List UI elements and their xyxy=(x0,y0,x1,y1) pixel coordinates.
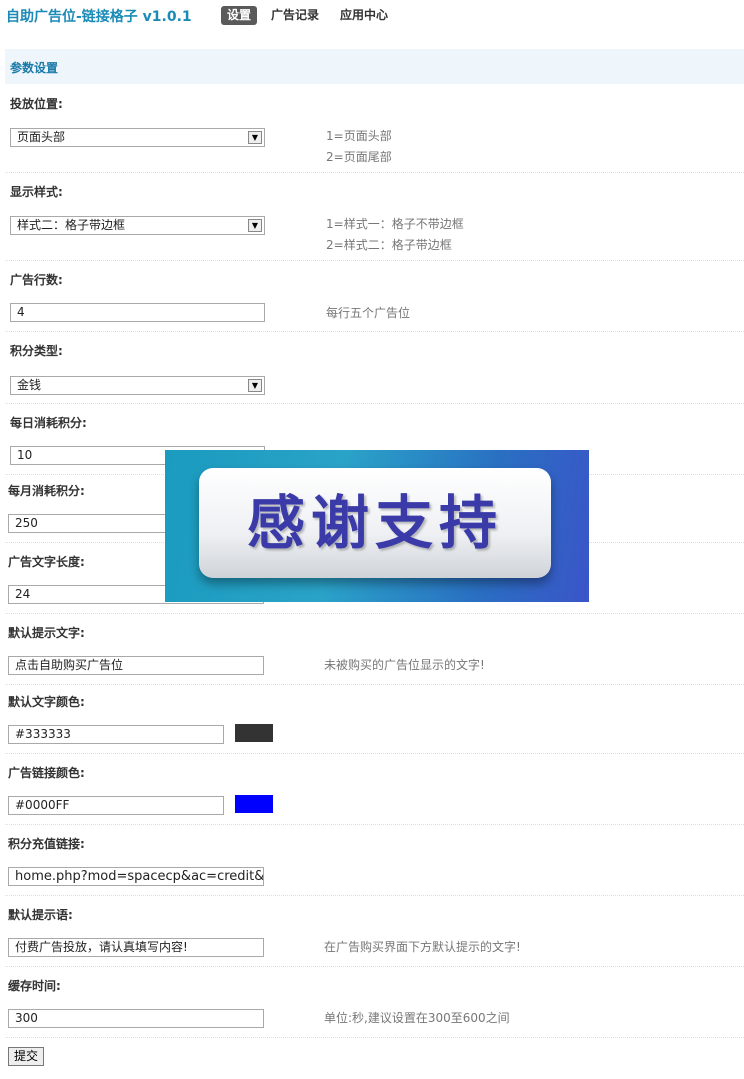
default-text-label: 默认提示文字: xyxy=(8,626,85,640)
link-color-input[interactable]: #0000FF xyxy=(8,796,224,815)
default-text-desc: 未被购买的广告位显示的文字! xyxy=(324,658,485,672)
recharge-link-input[interactable]: home.php?mod=spacecp&ac=credit&op xyxy=(8,867,264,886)
section-title: 参数设置 xyxy=(10,61,59,75)
style-label: 显示样式: xyxy=(10,185,63,199)
credit-type-value: 金钱 xyxy=(17,378,42,392)
cache-time-input[interactable]: 300 xyxy=(8,1009,264,1028)
link-color-swatch[interactable] xyxy=(235,795,273,813)
divider xyxy=(5,895,744,896)
banner-text: 感谢支持 xyxy=(246,489,503,557)
cache-time-label: 缓存时间: xyxy=(8,979,61,993)
chevron-down-icon[interactable]: ▼ xyxy=(248,379,262,392)
default-tip-desc: 在广告购买界面下方默认提示的文字! xyxy=(324,940,521,954)
style-value: 样式二：格子带边框 xyxy=(17,218,126,232)
text-color-input[interactable]: #333333 xyxy=(8,725,224,744)
divider xyxy=(5,613,744,614)
divider xyxy=(5,403,744,404)
text-color-swatch[interactable] xyxy=(235,724,273,742)
top-nav: 自助广告位-链接格子 v1.0.1 设置 广告记录 应用中心 xyxy=(0,0,744,34)
style-desc-2: 2=样式二：格子带边框 xyxy=(326,238,452,252)
text-color-label: 默认文字颜色: xyxy=(8,695,85,709)
text-length-label: 广告文字长度: xyxy=(8,555,85,569)
credit-type-select[interactable]: 金钱 ▼ xyxy=(10,376,265,395)
chevron-down-icon[interactable]: ▼ xyxy=(248,131,262,144)
divider xyxy=(5,172,744,173)
cache-time-desc: 单位:秒,建议设置在300至600之间 xyxy=(324,1011,510,1025)
monthly-cost-label: 每月消耗积分: xyxy=(8,484,85,498)
position-label: 投放位置: xyxy=(10,97,63,111)
tab-ad-records[interactable]: 广告记录 xyxy=(271,6,319,25)
tab-settings[interactable]: 设置 xyxy=(221,6,258,25)
position-select[interactable]: 页面头部 ▼ xyxy=(10,128,265,147)
style-select[interactable]: 样式二：格子带边框 ▼ xyxy=(10,216,265,235)
style-desc-1: 1=样式一：格子不带边框 xyxy=(326,217,464,231)
default-tip-input[interactable]: 付费广告投放，请认真填写内容! xyxy=(8,938,264,957)
position-desc-2: 2=页面尾部 xyxy=(326,150,392,164)
chevron-down-icon[interactable]: ▼ xyxy=(248,219,262,232)
position-desc-1: 1=页面头部 xyxy=(326,129,392,143)
divider xyxy=(5,331,744,332)
rows-input[interactable]: 4 xyxy=(10,303,265,322)
thanks-banner-image: 感谢支持 xyxy=(165,450,589,602)
divider xyxy=(5,1037,744,1038)
rows-desc: 每行五个广告位 xyxy=(326,306,411,320)
divider xyxy=(5,824,744,825)
divider xyxy=(5,684,744,685)
divider xyxy=(5,260,744,261)
submit-button[interactable]: 提交 xyxy=(8,1047,44,1066)
daily-cost-label: 每日消耗积分: xyxy=(10,416,87,430)
tab-app-center[interactable]: 应用中心 xyxy=(340,6,388,25)
divider xyxy=(5,966,744,967)
divider xyxy=(5,753,744,754)
credit-type-label: 积分类型: xyxy=(10,344,63,358)
default-text-input[interactable]: 点击自助购买广告位 xyxy=(8,656,264,675)
banner-plate: 感谢支持 xyxy=(199,468,551,578)
section-header: 参数设置 xyxy=(5,49,744,84)
app-title: 自助广告位-链接格子 v1.0.1 xyxy=(6,9,192,25)
position-value: 页面头部 xyxy=(17,130,66,144)
rows-label: 广告行数: xyxy=(10,273,63,287)
recharge-link-label: 积分充值链接: xyxy=(8,837,85,851)
link-color-label: 广告链接颜色: xyxy=(8,766,85,780)
default-tip-label: 默认提示语: xyxy=(8,908,73,922)
